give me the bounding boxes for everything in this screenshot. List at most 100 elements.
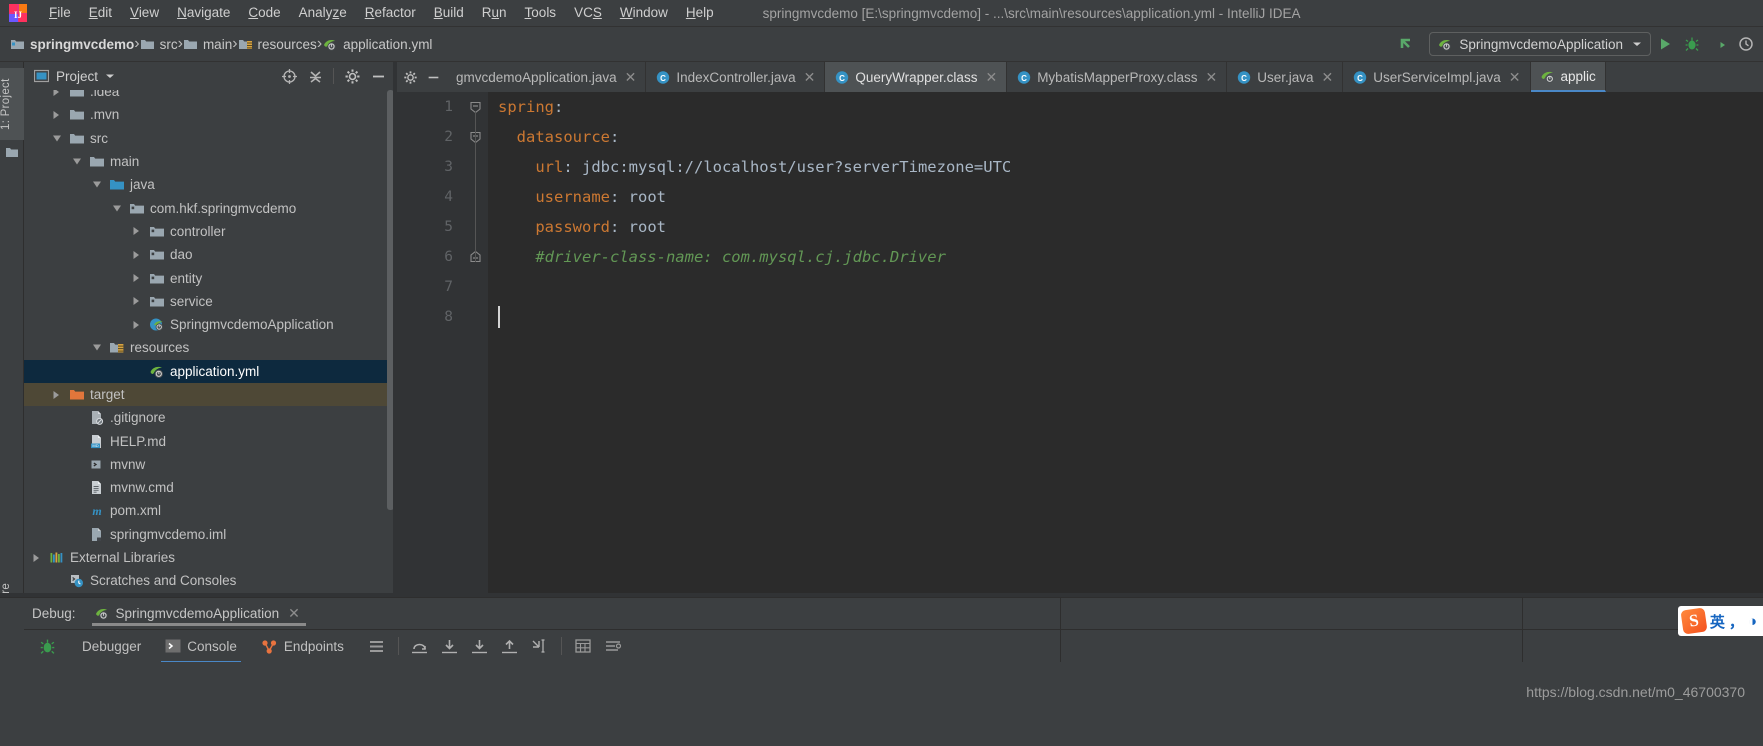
settings-gear-icon[interactable] (403, 70, 418, 85)
breadcrumb-item-project[interactable]: springmvcdemo (10, 37, 134, 52)
chevron-down-icon[interactable] (70, 155, 83, 168)
menu-help[interactable]: Help (677, 2, 723, 24)
chevron-down-icon[interactable] (1632, 40, 1642, 48)
ime-punctuation-toggle[interactable]: ， (1729, 611, 1744, 632)
tree-node-src[interactable]: src (24, 127, 395, 150)
code-content[interactable]: spring: datasource: url: jdbc:mysql://lo… (488, 92, 1763, 597)
profiler-clock-icon[interactable] (1732, 32, 1759, 56)
tree-node-service[interactable]: service (24, 290, 395, 313)
menu-file[interactable]: File (40, 2, 80, 24)
tree-node-dao[interactable]: dao (24, 243, 395, 266)
sogou-ime-indicator[interactable]: S 英 ， ◑ (1677, 606, 1763, 636)
tree-node-entity[interactable]: entity (24, 266, 395, 289)
chevron-right-icon[interactable] (50, 388, 63, 401)
code-folding-gutter[interactable] (464, 92, 488, 597)
breadcrumb-item-src[interactable]: src (140, 37, 178, 52)
debug-session-tab[interactable]: SpringmvcdemoApplication ✕ (90, 598, 308, 629)
menu-tools[interactable]: Tools (516, 2, 566, 24)
menu-analyze[interactable]: Analyze (290, 2, 356, 24)
step-over-icon[interactable] (405, 630, 435, 663)
menu-vcs[interactable]: VCS (565, 2, 611, 24)
editor-tab-indexcontroller-java[interactable]: C IndexController.java ✕ (646, 62, 826, 92)
chevron-right-icon[interactable] (130, 318, 143, 331)
code-line[interactable]: username: root (498, 182, 1763, 212)
debug-tab-endpoints[interactable]: Endpoints (249, 630, 356, 663)
tree-node-controller[interactable]: controller (24, 220, 395, 243)
menu-run[interactable]: Run (473, 2, 516, 24)
code-line[interactable]: #driver-class-name: com.mysql.cj.jdbc.Dr… (498, 242, 1763, 272)
debug-tab-debugger[interactable]: Debugger (70, 630, 153, 663)
run-button[interactable] (1651, 32, 1678, 56)
editor-tab-gmvcdemoapplication-java[interactable]: gmvcdemoApplication.java ✕ (447, 62, 647, 92)
tree-node-resources[interactable]: resources (24, 336, 395, 359)
debug-button[interactable] (1678, 32, 1705, 56)
tree-node-mvnw[interactable]: mvnw (24, 453, 395, 476)
code-line[interactable]: datasource: (498, 122, 1763, 152)
tree-node-springmvcdemo-iml[interactable]: springmvcdemo.iml (24, 523, 395, 546)
run-with-coverage-button[interactable] (1705, 32, 1732, 56)
menu-window[interactable]: Window (611, 2, 677, 24)
collapse-all-icon[interactable] (304, 65, 326, 87)
ime-extra-toggle[interactable]: ◑ (1748, 613, 1757, 630)
tree-node-target[interactable]: target (24, 382, 395, 407)
minimize-icon[interactable] (426, 70, 441, 85)
chevron-down-icon[interactable] (50, 132, 63, 145)
mute-breakpoints-icon[interactable] (598, 630, 628, 663)
menu-edit[interactable]: Edit (80, 2, 121, 24)
code-line[interactable] (498, 302, 1763, 332)
chevron-right-icon[interactable] (130, 272, 143, 285)
force-step-into-icon[interactable] (465, 630, 495, 663)
tree-node-scratches-and-consoles[interactable]: Scratches and Consoles (24, 569, 395, 592)
menu-code[interactable]: Code (239, 2, 289, 24)
tree-node-main[interactable]: main (24, 150, 395, 173)
chevron-right-icon[interactable] (30, 551, 43, 564)
chevron-down-icon[interactable] (110, 202, 123, 215)
breadcrumb-item-main[interactable]: main (183, 37, 232, 52)
tool-stripe-project[interactable]: 1: Project (0, 68, 24, 140)
chevron-right-icon[interactable] (130, 295, 143, 308)
menu-refactor[interactable]: Refactor (356, 2, 425, 24)
chevron-down-icon[interactable] (90, 341, 103, 354)
debug-tab-console[interactable]: Console (153, 630, 249, 663)
editor-tab-userserviceimpl-java[interactable]: C UserServiceImpl.java ✕ (1343, 62, 1531, 92)
close-x-icon[interactable]: ✕ (804, 69, 816, 86)
jump-to-source-icon[interactable] (1392, 32, 1419, 56)
breadcrumb-item-file[interactable]: application.yml (322, 37, 432, 52)
hide-panel-icon[interactable] (367, 65, 389, 87)
code-line[interactable] (498, 272, 1763, 302)
tree-node-pom-xml[interactable]: m pom.xml (24, 499, 395, 522)
chevron-right-icon[interactable] (50, 90, 63, 98)
chevron-right-icon[interactable] (130, 248, 143, 261)
run-to-cursor-icon[interactable] (525, 630, 555, 663)
tree-node-springmvcdemoapplication[interactable]: SpringmvcdemoApplication (24, 313, 395, 336)
close-x-icon[interactable]: ✕ (1206, 69, 1218, 86)
ime-mode-label[interactable]: 英 (1710, 611, 1725, 632)
code-line[interactable]: password: root (498, 212, 1763, 242)
tree-node-java[interactable]: java (24, 173, 395, 196)
menu-build[interactable]: Build (425, 2, 473, 24)
chevron-right-icon[interactable] (50, 108, 63, 121)
step-into-icon[interactable] (435, 630, 465, 663)
menu-view[interactable]: View (121, 2, 168, 24)
editor-tab-applic[interactable]: applic (1530, 62, 1606, 92)
close-x-icon[interactable]: ✕ (1322, 69, 1334, 86)
chevron-down-icon[interactable] (105, 72, 115, 80)
project-tree[interactable]: .idea .mvn src main java com.hkf.springmvcdem… (24, 90, 395, 597)
editor-tab-mybatismapperproxy-class[interactable]: C MybatisMapperProxy.class ✕ (1007, 62, 1228, 92)
code-line[interactable]: spring: (498, 92, 1763, 122)
debug-console-body[interactable]: https://blog.csdn.net/m0_46700370 (24, 662, 1763, 746)
tree-node-com-hkf-springmvcdemo[interactable]: com.hkf.springmvcdemo (24, 196, 395, 219)
tree-node-mvnw-cmd[interactable]: mvnw.cmd (24, 476, 395, 499)
close-x-icon[interactable]: ✕ (288, 605, 300, 622)
editor-tab-user-java[interactable]: C User.java ✕ (1227, 62, 1344, 92)
settings-gear-icon[interactable] (341, 65, 363, 87)
code-line[interactable]: url: jdbc:mysql://localhost/user?serverT… (498, 152, 1763, 182)
chevron-down-icon[interactable] (90, 178, 103, 191)
tree-node-application-yml[interactable]: application.yml (24, 359, 395, 383)
scroll-from-source-icon[interactable] (278, 65, 300, 87)
evaluate-expression-icon[interactable] (568, 630, 598, 663)
close-x-icon[interactable]: ✕ (985, 69, 997, 86)
tree-node-external-libraries[interactable]: External Libraries (24, 546, 395, 569)
step-out-icon[interactable] (495, 630, 525, 663)
tree-node--gitignore[interactable]: .gitignore (24, 406, 395, 429)
